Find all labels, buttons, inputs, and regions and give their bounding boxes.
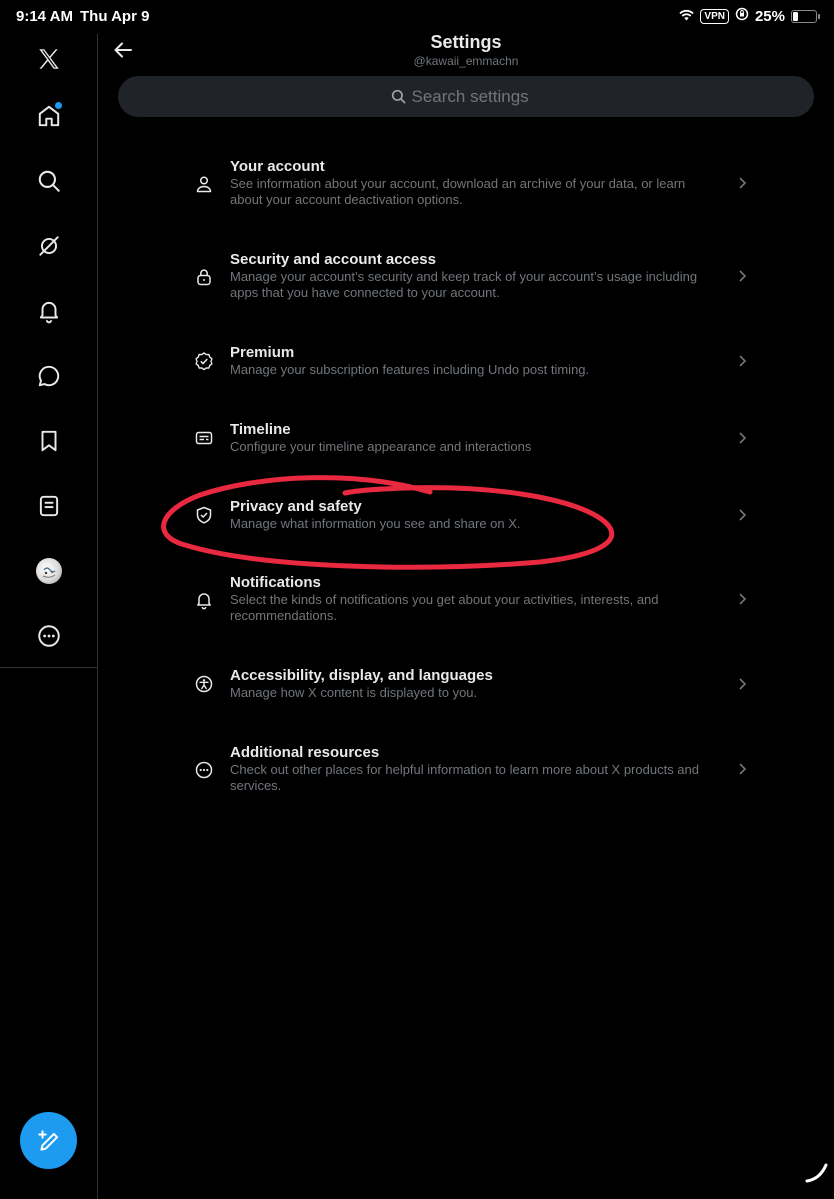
nav-profile[interactable]	[32, 554, 66, 588]
nav-grok[interactable]	[32, 229, 66, 263]
settings-item-description: Manage what information you see and shar…	[230, 516, 521, 531]
settings-item-description: Check out other places for helpful infor…	[230, 762, 699, 793]
settings-item-description: See information about your account, down…	[230, 176, 686, 207]
status-date: Thu Apr 9	[80, 8, 150, 25]
lock-icon	[192, 265, 216, 289]
wifi-icon	[679, 8, 695, 25]
settings-item-your-account[interactable]: Your account See information about your …	[180, 158, 750, 210]
shield-icon	[192, 503, 216, 527]
settings-item-description: Manage your subscription features includ…	[230, 362, 590, 377]
home-indicator	[805, 1163, 828, 1183]
settings-item-title: Your account	[230, 158, 325, 175]
nav-explore[interactable]	[32, 164, 66, 198]
settings-item-description: Select the kinds of notifications you ge…	[230, 592, 659, 623]
chevron-right-icon	[734, 353, 750, 369]
more-icon	[36, 623, 62, 649]
settings-item-notifications[interactable]: Notifications Select the kinds of notifi…	[180, 574, 750, 626]
settings-item-title: Privacy and safety	[230, 498, 362, 515]
verified-badge-icon	[192, 349, 216, 373]
settings-item-description: Manage your account’s security and keep …	[230, 269, 698, 300]
settings-item-timeline[interactable]: Timeline Configure your timeline appeara…	[180, 421, 750, 457]
status-time: 9:14 AM	[16, 8, 73, 25]
nav-more[interactable]	[32, 619, 66, 653]
page-title: Settings	[430, 32, 502, 52]
search-icon	[36, 168, 62, 194]
search-bar[interactable]	[118, 76, 814, 117]
status-bar: 9:14 AM Thu Apr 9 VPN 25%	[0, 0, 834, 34]
sidebar-nav	[0, 34, 98, 1199]
settings-item-title: Security and account access	[230, 251, 436, 268]
search-icon	[391, 89, 406, 104]
person-icon	[192, 172, 216, 196]
grok-icon	[36, 233, 62, 259]
chevron-right-icon	[734, 175, 750, 191]
vpn-badge: VPN	[700, 8, 729, 24]
list-icon	[36, 493, 62, 519]
battery-cap	[818, 13, 820, 19]
settings-item-title: Additional resources	[230, 744, 380, 761]
settings-item-title: Notifications	[230, 574, 321, 591]
chevron-right-icon	[734, 591, 750, 607]
accessibility-icon	[192, 672, 216, 696]
x-logo-icon[interactable]	[32, 42, 66, 76]
settings-item-title: Timeline	[230, 421, 291, 438]
settings-item-premium[interactable]: Premium Manage your subscription feature…	[180, 344, 750, 380]
nav-home[interactable]	[32, 99, 66, 133]
sidebar-divider	[0, 667, 97, 668]
notification-dot	[55, 102, 62, 109]
page-username: @kawaii_emmachn	[413, 54, 519, 68]
settings-item-description: Configure your timeline appearance and i…	[230, 439, 532, 454]
avatar	[36, 558, 62, 584]
nav-messages[interactable]	[32, 359, 66, 393]
search-input[interactable]	[411, 86, 542, 107]
chevron-right-icon	[734, 430, 750, 446]
settings-item-description: Manage how X content is displayed to you…	[230, 685, 478, 700]
orientation-lock-icon	[735, 7, 749, 25]
chevron-right-icon	[734, 507, 750, 523]
nav-lists[interactable]	[32, 489, 66, 523]
bell-icon	[192, 588, 216, 612]
nav-bookmarks[interactable]	[32, 424, 66, 458]
settings-item-privacy[interactable]: Privacy and safety Manage what informati…	[180, 498, 750, 534]
battery-percent: 25%	[754, 7, 785, 25]
settings-item-title: Accessibility, display, and languages	[230, 667, 493, 684]
timeline-icon	[192, 426, 216, 450]
compose-button[interactable]	[20, 1112, 77, 1169]
compose-icon	[36, 1128, 62, 1154]
status-indicators: VPN 25%	[679, 7, 820, 25]
chevron-right-icon	[734, 676, 750, 692]
nav-notifications[interactable]	[32, 294, 66, 328]
bell-icon	[36, 298, 62, 324]
settings-item-title: Premium	[230, 344, 295, 361]
chevron-right-icon	[734, 268, 750, 284]
bookmark-icon	[36, 428, 62, 454]
settings-item-security[interactable]: Security and account access Manage your …	[180, 251, 750, 303]
more-circle-icon	[192, 758, 216, 782]
message-icon	[36, 363, 62, 389]
settings-item-accessibility[interactable]: Accessibility, display, and languages Ma…	[180, 667, 750, 703]
settings-item-additional-resources[interactable]: Additional resources Check out other pla…	[180, 744, 750, 796]
chevron-right-icon	[734, 761, 750, 777]
battery-icon	[791, 9, 817, 23]
